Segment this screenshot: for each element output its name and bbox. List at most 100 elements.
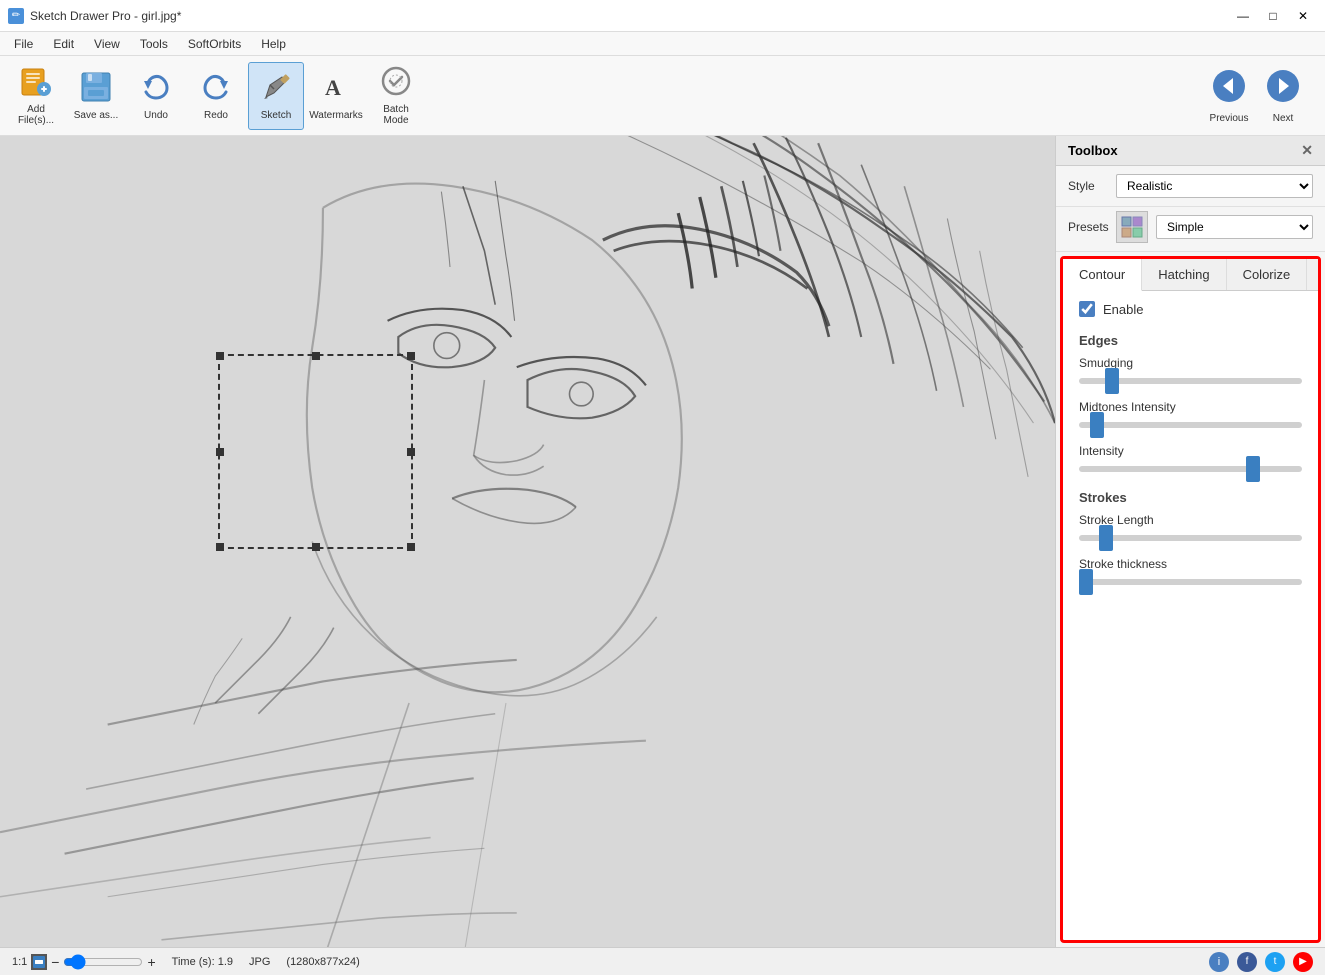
style-row: Style Realistic: [1056, 166, 1325, 207]
selection-rect[interactable]: [218, 354, 413, 549]
watermarks-label: Watermarks: [309, 110, 363, 121]
zoom-slider[interactable]: [63, 954, 143, 970]
add-file-icon: [20, 65, 52, 102]
settings-panel: Contour Hatching Colorize Enable Edges S…: [1060, 256, 1321, 943]
add-file-label: Add File(s)...: [13, 104, 59, 126]
previous-button[interactable]: Previous: [1203, 62, 1255, 130]
menu-tools[interactable]: Tools: [130, 35, 178, 53]
handle-bm[interactable]: [312, 543, 320, 551]
batch-mode-icon: [380, 65, 412, 102]
previous-label: Previous: [1210, 113, 1249, 124]
stroke-length-thumb[interactable]: [1099, 525, 1113, 551]
menu-edit[interactable]: Edit: [43, 35, 84, 53]
add-file-button[interactable]: Add File(s)...: [8, 62, 64, 130]
save-as-button[interactable]: Save as...: [68, 62, 124, 130]
format-info: JPG: [249, 956, 270, 968]
stroke-length-group: Stroke Length: [1063, 509, 1318, 553]
intensity-group: Intensity: [1063, 440, 1318, 484]
menu-view[interactable]: View: [84, 35, 130, 53]
youtube-icon[interactable]: ▶: [1293, 952, 1313, 972]
facebook-icon[interactable]: f: [1237, 952, 1257, 972]
dimensions-info: (1280x877x24): [286, 956, 359, 968]
smudging-thumb[interactable]: [1105, 368, 1119, 394]
info-icon[interactable]: i: [1209, 952, 1229, 972]
time-info: Time (s): 1.9: [172, 956, 233, 968]
zoom-slider-container[interactable]: − +: [51, 954, 155, 970]
handle-ml[interactable]: [216, 448, 224, 456]
handle-br[interactable]: [407, 543, 415, 551]
undo-button[interactable]: Undo: [128, 62, 184, 130]
maximize-button[interactable]: □: [1259, 2, 1287, 30]
presets-label: Presets: [1068, 220, 1108, 234]
statusbar-icons: i f t ▶: [1209, 952, 1313, 972]
stroke-length-label: Stroke Length: [1079, 513, 1302, 527]
stroke-thickness-group: Stroke thickness: [1063, 553, 1318, 597]
statusbar: 1:1 − + Time (s): 1.9 JPG (1280x877x24) …: [0, 947, 1325, 975]
toolbox-title: Toolbox: [1068, 143, 1118, 158]
presets-select[interactable]: Simple: [1156, 215, 1313, 239]
save-icon: [80, 71, 112, 108]
stroke-thickness-thumb[interactable]: [1079, 569, 1093, 595]
smudging-group: Smudging: [1063, 352, 1318, 396]
svg-text:A: A: [325, 75, 341, 100]
main-area: Toolbox ✕ Style Realistic Presets Sim: [0, 136, 1325, 947]
style-select[interactable]: Realistic: [1116, 174, 1313, 198]
toolbox-header: Toolbox ✕: [1056, 136, 1325, 166]
zoom-level: 1:1: [12, 956, 27, 968]
tab-hatching[interactable]: Hatching: [1142, 259, 1226, 290]
presets-row: Presets Simple: [1056, 207, 1325, 252]
handle-tm[interactable]: [312, 352, 320, 360]
stroke-thickness-label: Stroke thickness: [1079, 557, 1302, 571]
menu-help[interactable]: Help: [251, 35, 296, 53]
previous-icon: [1211, 68, 1247, 111]
view-icon: [31, 954, 47, 970]
minimize-button[interactable]: —: [1229, 2, 1257, 30]
nav-buttons: Previous Next: [1203, 62, 1309, 130]
menu-file[interactable]: File: [4, 35, 43, 53]
intensity-label: Intensity: [1079, 444, 1302, 458]
toolbox-close-button[interactable]: ✕: [1301, 142, 1313, 159]
tabs-container: Contour Hatching Colorize: [1063, 259, 1318, 291]
close-button[interactable]: ✕: [1289, 2, 1317, 30]
sketch-button[interactable]: Sketch: [248, 62, 304, 130]
batch-mode-label: Batch Mode: [373, 104, 419, 126]
redo-button[interactable]: Redo: [188, 62, 244, 130]
zoom-out-icon[interactable]: −: [51, 954, 59, 970]
undo-label: Undo: [144, 110, 168, 121]
save-as-label: Save as...: [74, 110, 118, 121]
midtones-group: Midtones Intensity: [1063, 396, 1318, 440]
app-icon: ✏: [8, 8, 24, 24]
handle-tl[interactable]: [216, 352, 224, 360]
canvas-area[interactable]: [0, 136, 1055, 947]
style-label: Style: [1068, 179, 1108, 193]
twitter-icon[interactable]: t: [1265, 952, 1285, 972]
intensity-track[interactable]: [1079, 466, 1302, 472]
stroke-thickness-track[interactable]: [1079, 579, 1302, 585]
undo-icon: [140, 71, 172, 108]
titlebar: ✏ Sketch Drawer Pro - girl.jpg* — □ ✕: [0, 0, 1325, 32]
statusbar-info: Time (s): 1.9 JPG (1280x877x24): [172, 956, 1193, 968]
tab-colorize[interactable]: Colorize: [1227, 259, 1308, 290]
edges-section-header: Edges: [1063, 327, 1318, 352]
tab-contour[interactable]: Contour: [1063, 259, 1142, 291]
watermarks-button[interactable]: A Watermarks: [308, 62, 364, 130]
titlebar-left: ✏ Sketch Drawer Pro - girl.jpg*: [8, 8, 181, 24]
next-button[interactable]: Next: [1257, 62, 1309, 130]
batch-mode-button[interactable]: Batch Mode: [368, 62, 424, 130]
zoom-in-icon[interactable]: +: [147, 954, 155, 970]
statusbar-zoom-area: 1:1 − +: [12, 954, 156, 970]
menu-softorbits[interactable]: SoftOrbits: [178, 35, 251, 53]
toolbar: Add File(s)... Save as... Undo: [0, 56, 1325, 136]
smudging-track[interactable]: [1079, 378, 1302, 384]
midtones-track[interactable]: [1079, 422, 1302, 428]
midtones-thumb[interactable]: [1090, 412, 1104, 438]
handle-tr[interactable]: [407, 352, 415, 360]
stroke-length-track[interactable]: [1079, 535, 1302, 541]
next-icon: [1265, 68, 1301, 111]
handle-mr[interactable]: [407, 448, 415, 456]
handle-bl[interactable]: [216, 543, 224, 551]
enable-checkbox[interactable]: [1079, 301, 1095, 317]
redo-label: Redo: [204, 110, 228, 121]
menubar: File Edit View Tools SoftOrbits Help: [0, 32, 1325, 56]
intensity-thumb[interactable]: [1246, 456, 1260, 482]
